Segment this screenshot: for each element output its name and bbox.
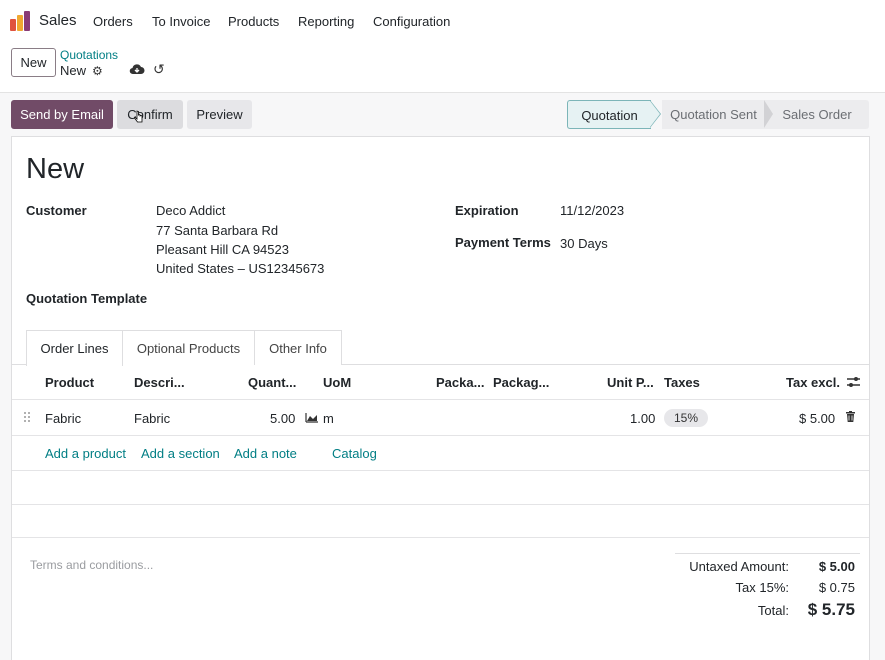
breadcrumb-current: New xyxy=(60,63,87,78)
customer-label: Customer xyxy=(26,203,87,218)
col-description[interactable]: Descri... xyxy=(134,375,185,390)
nav-orders[interactable]: Orders xyxy=(93,14,133,29)
line-product[interactable]: Fabric xyxy=(45,411,81,426)
add-product-link[interactable]: Add a product xyxy=(45,446,126,461)
mouse-cursor-icon xyxy=(134,110,143,123)
add-note-link[interactable]: Add a note xyxy=(234,446,297,461)
tax-value: $ 0.75 xyxy=(818,580,855,595)
stage-quotation[interactable]: Quotation xyxy=(567,100,651,129)
customer-country: United States – US12345673 xyxy=(156,261,325,276)
col-tax-excl[interactable]: Tax excl. xyxy=(786,375,840,390)
line-unit-price[interactable]: 1.00 xyxy=(630,411,655,426)
nav-to-invoice[interactable]: To Invoice xyxy=(152,14,211,29)
nav-products[interactable]: Products xyxy=(228,14,279,29)
app-name[interactable]: Sales xyxy=(39,12,77,29)
payment-terms-field[interactable]: 30 Days xyxy=(560,236,608,251)
stage-sales-order[interactable]: Sales Order xyxy=(765,100,869,129)
customer-city: Pleasant Hill CA 94523 xyxy=(156,242,289,257)
expiration-label: Expiration xyxy=(455,203,519,218)
cloud-save-icon[interactable] xyxy=(129,62,145,76)
line-description[interactable]: Fabric xyxy=(134,411,170,426)
discard-icon[interactable]: ↺ xyxy=(153,61,165,78)
payment-terms-label: Payment Terms xyxy=(455,235,551,250)
tab-order-lines[interactable]: Order Lines xyxy=(26,330,123,366)
sales-app-icon[interactable] xyxy=(10,11,32,31)
line-subtotal: $ 5.00 xyxy=(799,411,836,426)
gear-icon[interactable]: ⚙ xyxy=(92,64,103,78)
untaxed-amount-value: $ 5.00 xyxy=(818,559,855,574)
col-taxes[interactable]: Taxes xyxy=(664,375,700,390)
forecast-chart-icon[interactable] xyxy=(305,411,319,423)
total-value: $ 5.75 xyxy=(807,600,855,619)
stage-quotation-sent[interactable]: Quotation Sent xyxy=(662,100,765,129)
control-panel: New Quotations New ⚙ ↺ xyxy=(0,42,885,93)
nav-configuration[interactable]: Configuration xyxy=(373,14,450,29)
customer-street: 77 Santa Barbara Rd xyxy=(156,223,279,238)
col-packaging[interactable]: Packag... xyxy=(493,375,549,390)
breadcrumb-quotations[interactable]: Quotations xyxy=(60,48,118,62)
col-product[interactable]: Product xyxy=(45,375,94,390)
col-quantity[interactable]: Quant... xyxy=(248,375,296,390)
col-packaging-qty[interactable]: Packa... xyxy=(436,375,484,390)
add-section-link[interactable]: Add a section xyxy=(141,446,220,461)
send-by-email-button[interactable]: Send by Email xyxy=(11,100,113,129)
col-uom[interactable]: UoM xyxy=(323,375,351,390)
tab-other-info[interactable]: Other Info xyxy=(254,330,342,365)
new-button[interactable]: New xyxy=(11,48,56,77)
total-label: Total: xyxy=(757,603,789,618)
preview-button[interactable]: Preview xyxy=(187,100,252,129)
trash-icon[interactable] xyxy=(846,411,855,422)
line-quantity[interactable]: 5.00 xyxy=(270,411,295,426)
customer-name[interactable]: Deco Addict xyxy=(156,203,225,218)
quotation-template-label: Quotation Template xyxy=(26,291,148,306)
tax-label: Tax 15%: xyxy=(735,580,789,595)
top-navbar: Sales Orders To Invoice Products Reporti… xyxy=(0,0,885,42)
column-settings-icon[interactable] xyxy=(847,376,860,388)
catalog-link[interactable]: Catalog xyxy=(332,446,377,461)
nav-reporting[interactable]: Reporting xyxy=(298,14,354,29)
col-unit-price[interactable]: Unit P... xyxy=(607,375,654,390)
terms-conditions-field[interactable]: Terms and conditions... xyxy=(30,558,153,572)
line-uom[interactable]: m xyxy=(323,411,334,426)
confirm-button[interactable]: Confirm xyxy=(117,100,183,129)
tax-badge[interactable]: 15% xyxy=(664,409,708,427)
page-title: New xyxy=(26,153,85,185)
expiration-field[interactable]: 11/12/2023 xyxy=(560,203,624,218)
untaxed-amount-label: Untaxed Amount: xyxy=(689,559,789,574)
drag-handle-icon[interactable] xyxy=(24,412,32,424)
tab-optional-products[interactable]: Optional Products xyxy=(122,330,255,365)
